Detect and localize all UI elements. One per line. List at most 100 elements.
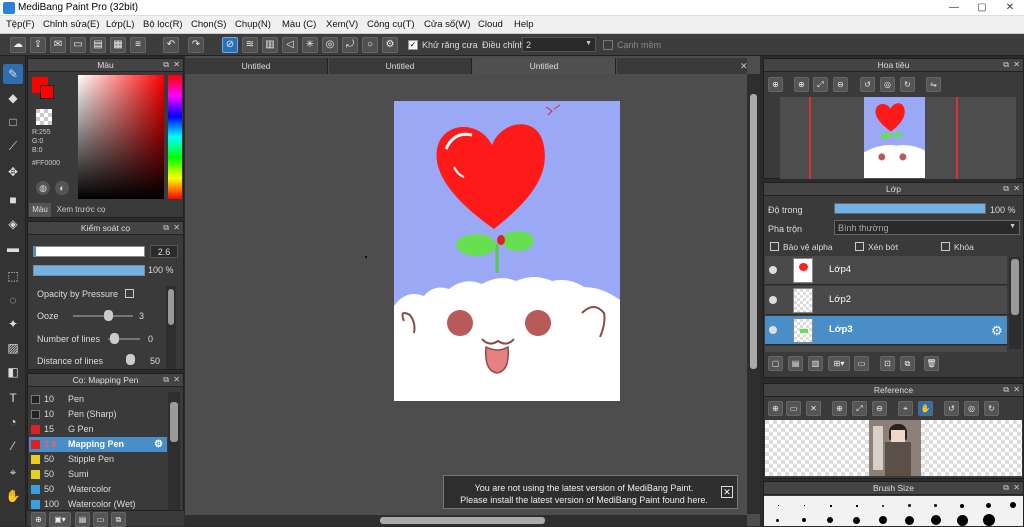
brush-size-option[interactable] [776, 519, 779, 522]
close-icon[interactable]: ✕ [173, 223, 180, 232]
secondary-color-swatch[interactable] [40, 85, 54, 99]
popout-icon[interactable]: ⧉ [1003, 184, 1009, 194]
eyedropper-tool-icon[interactable]: ⌖ [3, 462, 23, 482]
zoom-in-icon[interactable]: ⊕ [768, 77, 783, 92]
brush-size-option[interactable] [856, 505, 858, 507]
brush-size-option[interactable] [804, 505, 805, 506]
brush-size-option[interactable] [960, 504, 964, 508]
hand-tool-icon[interactable]: ✋ [3, 486, 23, 506]
brush-size-option[interactable] [879, 516, 887, 524]
brush-size-option[interactable] [957, 515, 968, 526]
scrollbar-thumb[interactable] [1011, 259, 1019, 315]
radial-snap-icon[interactable]: ✳ [302, 37, 318, 53]
close-icon[interactable]: ✕ [173, 375, 180, 384]
popout-icon[interactable]: ⧉ [163, 60, 169, 70]
share-icon[interactable]: ⇪ [30, 37, 46, 53]
zoom-out-icon[interactable]: ⊖ [872, 401, 887, 416]
visibility-icon[interactable] [769, 266, 777, 274]
palette-icon[interactable]: ◍ [36, 181, 50, 195]
brush-size-option[interactable] [934, 504, 937, 507]
parallel-snap-icon[interactable]: ≋ [242, 37, 258, 53]
close-icon[interactable]: ✕ [173, 60, 180, 69]
menu-tools[interactable]: Công cụ(T) [367, 19, 415, 30]
duplicate-layer-icon[interactable]: ⧉ [900, 356, 915, 371]
curve-snap-icon[interactable]: ⤾ [342, 37, 358, 53]
menu-cloud[interactable]: Cloud [478, 19, 503, 30]
close-button[interactable]: ✕ [996, 0, 1024, 16]
brush-size-option[interactable] [882, 505, 884, 507]
scrollbar-thumb[interactable] [170, 402, 178, 442]
layer-row[interactable]: Lớp4 [765, 256, 1007, 285]
popout-icon[interactable]: ⧉ [1003, 483, 1009, 493]
rotate-right-icon[interactable]: ↻ [900, 77, 915, 92]
brush-list-scrollbar[interactable] [168, 392, 180, 510]
select-pen-tool-icon[interactable]: ▨ [3, 338, 23, 358]
rectangle-tool-icon[interactable]: □ [3, 112, 23, 132]
close-icon[interactable]: ✕ [1013, 184, 1020, 193]
brush-tool-icon[interactable]: ✎ [3, 64, 23, 84]
gradient-tool-icon[interactable]: ▬ [3, 238, 23, 258]
menu-snap[interactable]: Chụp(N) [235, 19, 271, 30]
brush-size-option[interactable] [908, 504, 911, 507]
reset-rotation-icon[interactable]: ◎ [880, 77, 895, 92]
popout-icon[interactable]: ⧉ [1003, 385, 1009, 395]
bucket-tool-icon[interactable]: ◈ [3, 214, 23, 234]
layer-row[interactable]: Lớp2 [765, 286, 1007, 315]
list-icon[interactable]: ≡ [130, 37, 146, 53]
lasso-tool-icon[interactable]: ◌ [3, 290, 23, 310]
layer-opacity-slider[interactable] [834, 203, 986, 214]
brush-size-option[interactable] [986, 503, 991, 508]
brush-control-scrollbar[interactable] [166, 286, 176, 369]
new-layer-icon[interactable]: ▢ [768, 356, 783, 371]
open-reference-icon[interactable]: ▭ [786, 401, 801, 416]
folder-icon[interactable]: ▭ [854, 356, 869, 371]
grid-snap-icon[interactable]: ▥ [262, 37, 278, 53]
close-reference-icon[interactable]: ✕ [806, 401, 821, 416]
brush-size-option[interactable] [931, 515, 941, 525]
lock-checkbox[interactable] [941, 242, 950, 251]
popout-icon[interactable]: ⧉ [1003, 60, 1009, 70]
tab-color[interactable]: Màu [29, 203, 51, 217]
new-layer-8bit-icon[interactable]: ▤ [788, 356, 803, 371]
cloud-icon[interactable]: ☁ [10, 37, 26, 53]
brush-size-option[interactable] [802, 518, 806, 522]
ooze-slider-handle[interactable] [104, 310, 113, 321]
minimize-button[interactable]: — [940, 0, 968, 16]
zoom-out-icon[interactable]: ⊖ [833, 77, 848, 92]
select-rect-tool-icon[interactable]: ⬚ [3, 266, 23, 286]
transparent-swatch[interactable] [36, 109, 52, 125]
brush-file-icon[interactable]: ▤ [75, 512, 90, 527]
redo-icon[interactable]: ↷ [188, 37, 204, 53]
divide-tool-icon[interactable]: ⁄ [3, 436, 23, 456]
brush-size-option[interactable] [778, 505, 779, 506]
canvas-horizontal-scrollbar[interactable] [185, 515, 747, 526]
brush-folder-icon[interactable]: ▭ [93, 512, 108, 527]
layer-menu-icon[interactable]: ⊞▾ [828, 356, 850, 371]
tab-document-3[interactable]: Untitled [473, 58, 616, 74]
hue-slider[interactable] [168, 75, 182, 199]
menu-edit[interactable]: Chỉnh sửa(E) [43, 19, 100, 30]
add-brush-icon[interactable]: ⊕ [31, 512, 46, 527]
line-tool-icon[interactable]: ⟋ [3, 136, 23, 156]
opacity-pressure-checkbox[interactable] [125, 289, 134, 298]
brush-item[interactable]: 50 Stipple Pen [29, 452, 167, 467]
clipping-checkbox[interactable] [855, 242, 864, 251]
ellipse-snap-icon[interactable]: ○ [362, 37, 378, 53]
brush-item[interactable]: 50 Watercolor [29, 482, 167, 497]
eraser-tool-icon[interactable]: ◆ [3, 88, 23, 108]
close-icon[interactable]: ✕ [1013, 483, 1020, 492]
brush-menu-icon[interactable]: ▣▾ [49, 512, 71, 527]
close-icon[interactable]: ✕ [1013, 385, 1020, 394]
eyedropper-icon[interactable]: ⌖ [898, 401, 913, 416]
tab-brush-preview[interactable]: Xem trước cọ [53, 203, 109, 217]
menu-select[interactable]: Chọn(S) [191, 19, 226, 30]
scrollbar-thumb[interactable] [750, 94, 757, 369]
new-layer-1bit-icon[interactable]: ▥ [808, 356, 823, 371]
zoom-in-icon[interactable]: ⊕ [832, 401, 847, 416]
brush-item[interactable]: 50 Sumi [29, 467, 167, 482]
canvas-vertical-scrollbar[interactable] [747, 74, 760, 514]
drawing-canvas[interactable] [394, 101, 620, 401]
layer-row-selected[interactable]: Lớp3 ⚙ [765, 316, 1007, 345]
select-eraser-tool-icon[interactable]: ◧ [3, 362, 23, 382]
brush-size-option[interactable] [983, 514, 995, 526]
